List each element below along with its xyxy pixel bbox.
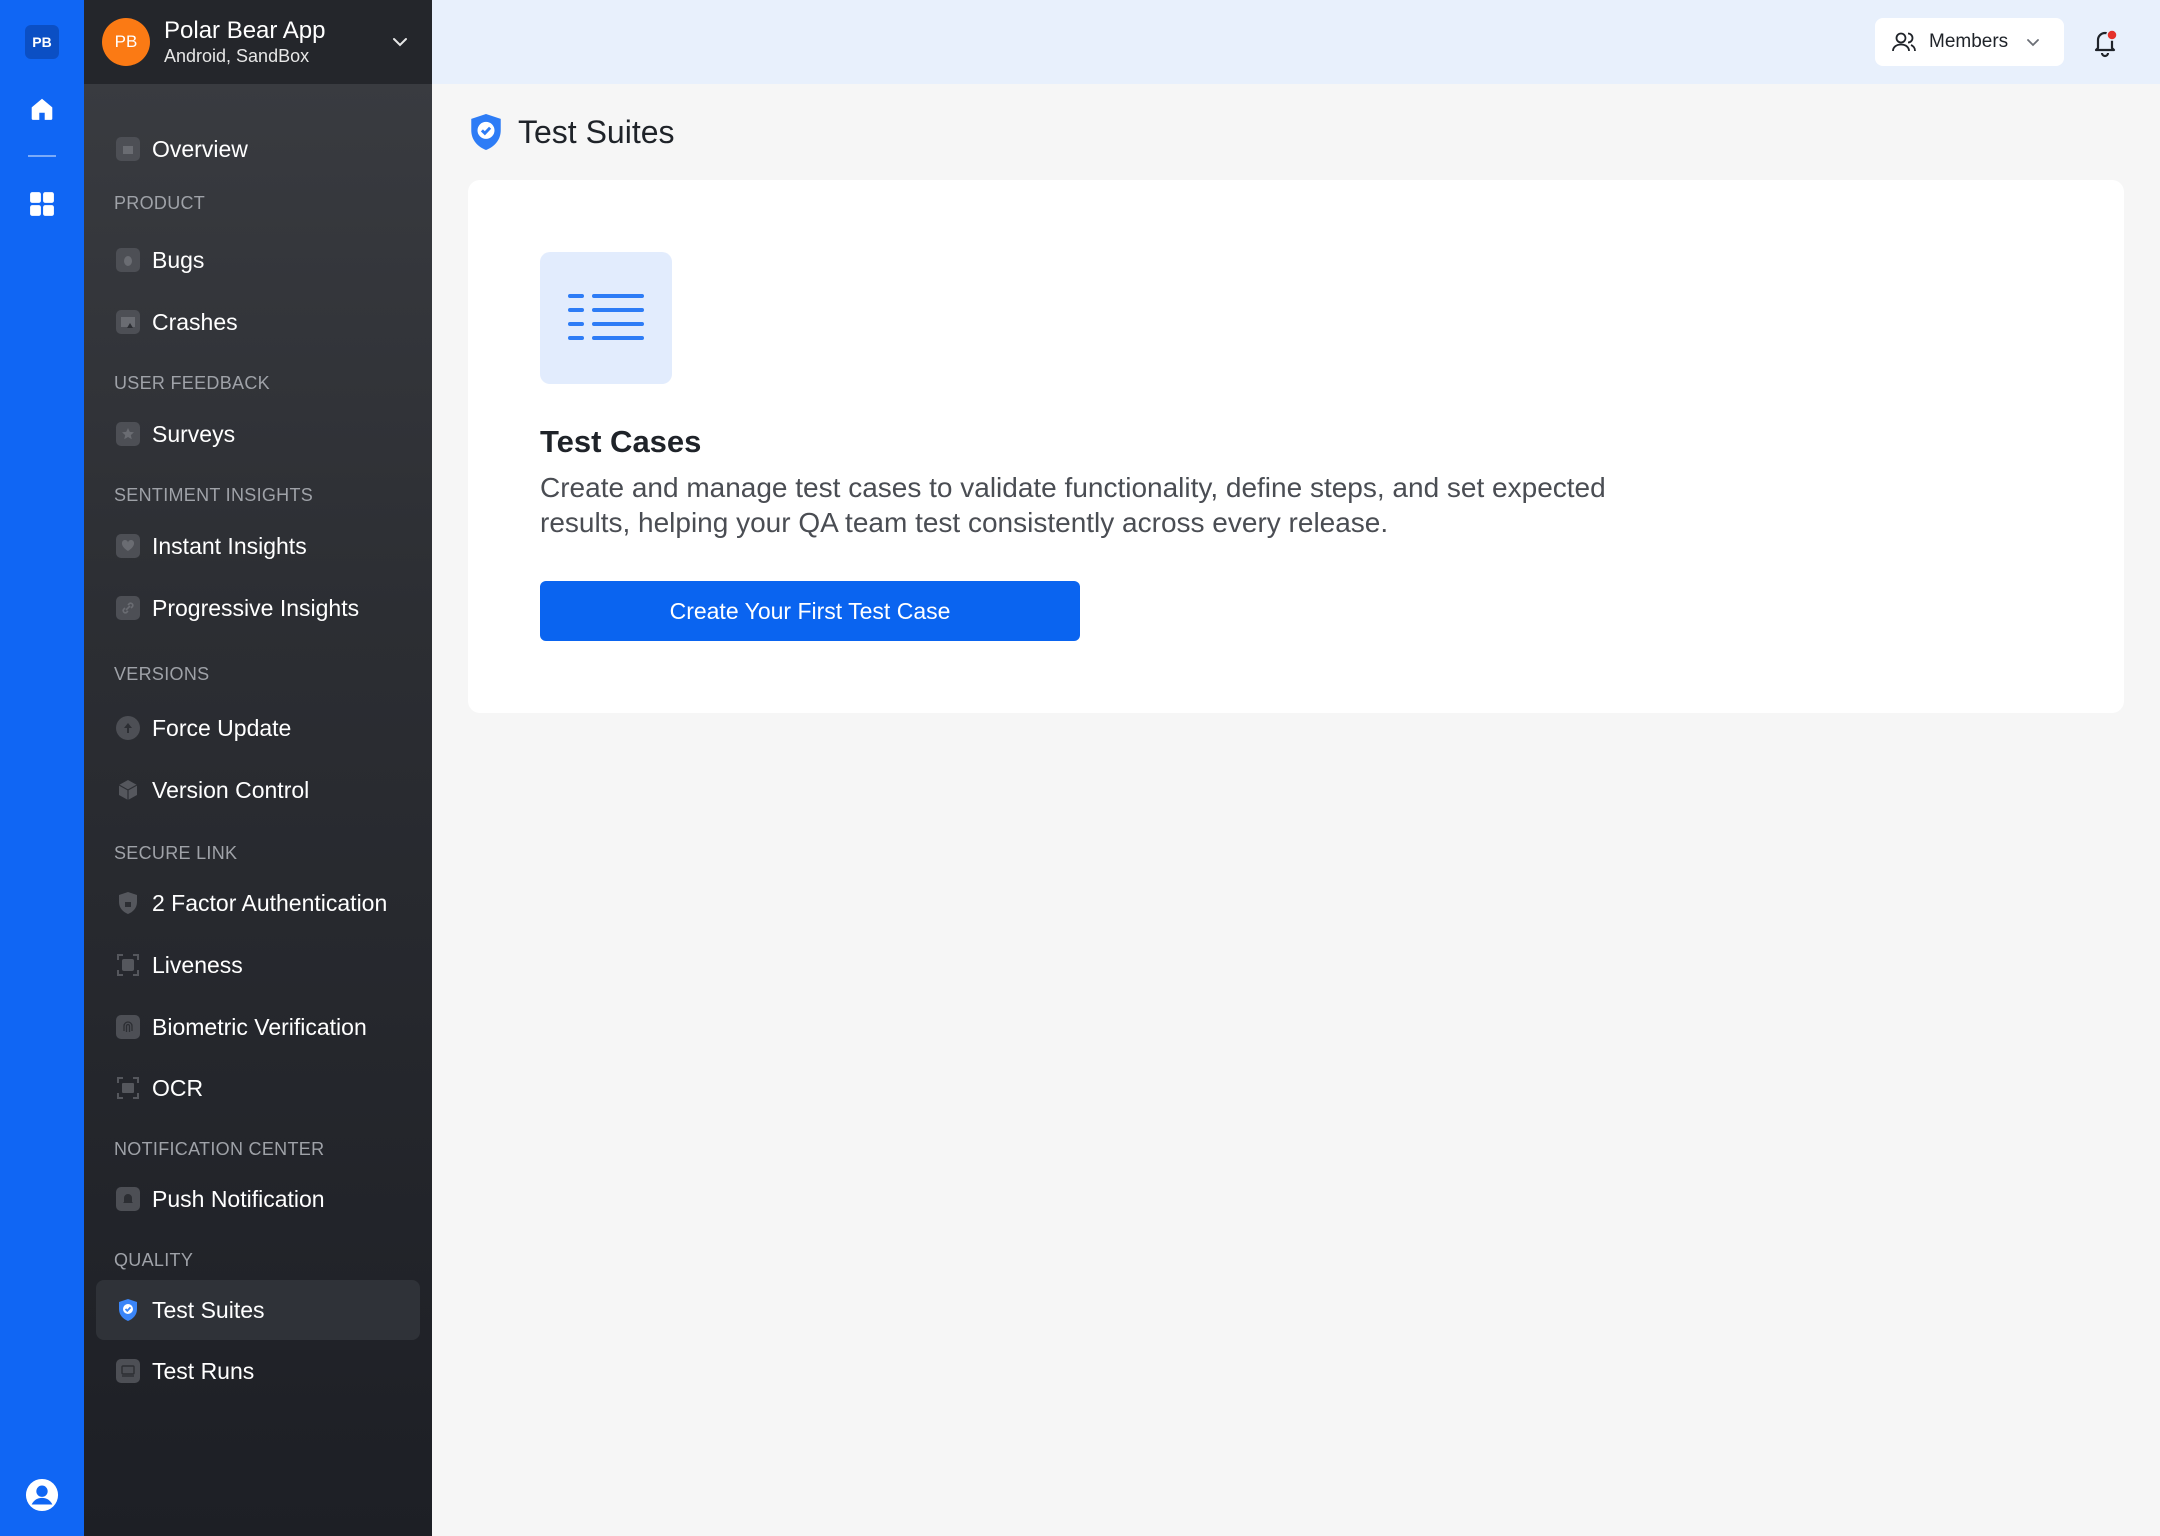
notification-bell-icon[interactable]: [2090, 26, 2120, 58]
sidebar-item-bugs[interactable]: Bugs: [96, 230, 420, 290]
sidebar-item-label: Progressive Insights: [152, 594, 360, 621]
sidebar-item-biometric[interactable]: Biometric Verification: [96, 997, 420, 1057]
overview-icon: [116, 137, 140, 161]
sidebar-item-label: Liveness: [152, 951, 243, 978]
rail-divider: [28, 155, 56, 157]
left-rail: PB: [0, 0, 84, 1536]
sidebar-item-label: Biometric Verification: [152, 1013, 367, 1040]
sidebar-item-ocr[interactable]: OCR: [96, 1058, 420, 1118]
heart-icon: [116, 534, 140, 558]
section-label-user-feedback: USER FEEDBACK: [114, 373, 270, 393]
org-switcher[interactable]: PB: [25, 25, 59, 59]
sidebar-item-instant-insights[interactable]: Instant Insights: [96, 516, 420, 576]
bell-badge-icon: [116, 1187, 140, 1211]
create-test-case-button[interactable]: Create Your First Test Case: [540, 581, 1080, 641]
sidebar-item-push-notification[interactable]: Push Notification: [96, 1169, 420, 1229]
sidebar-item-label: Version Control: [152, 776, 310, 803]
sidebar-item-label: Instant Insights: [152, 532, 307, 559]
chevron-down-icon: [2027, 39, 2040, 47]
app-avatar: PB: [102, 18, 150, 66]
link-icon: [116, 596, 140, 620]
sidebar-item-label: Surveys: [152, 420, 236, 447]
sidebar: PB Polar Bear App Android, SandBox Overv…: [84, 0, 432, 1536]
members-label: Members: [1929, 31, 2009, 52]
scan-text-icon: [116, 1076, 140, 1100]
sidebar-item-2fa[interactable]: 2 Factor Authentication: [96, 873, 420, 933]
face-scan-icon: [116, 953, 140, 977]
empty-state-description: Create and manage test cases to validate…: [540, 472, 1606, 538]
shield-check-icon: [116, 1298, 140, 1322]
section-label-quality: QUALITY: [114, 1250, 194, 1270]
home-icon[interactable]: [25, 92, 59, 126]
box-icon: [116, 778, 140, 802]
section-label-secure-link: SECURE LINK: [114, 843, 238, 863]
empty-state-card: Test Cases Create and manage test cases …: [468, 180, 2124, 713]
top-bar: Members: [432, 0, 2160, 84]
sidebar-item-label: 2 Factor Authentication: [152, 889, 388, 916]
sidebar-item-label: Test Suites: [152, 1296, 265, 1323]
page-header: Test Suites: [468, 112, 675, 152]
app-name: Polar Bear App: [164, 17, 326, 44]
members-dropdown[interactable]: Members: [1875, 18, 2064, 66]
sidebar-item-label: Force Update: [152, 714, 292, 741]
empty-state-title: Test Cases: [540, 424, 702, 459]
test-run-icon: [116, 1359, 140, 1383]
sidebar-item-test-runs[interactable]: Test Runs: [96, 1341, 420, 1401]
chevron-down-icon[interactable]: [390, 32, 410, 52]
section-label-sentiment: SENTIMENT INSIGHTS: [114, 485, 314, 505]
app-switcher[interactable]: PB Polar Bear App Android, SandBox: [84, 0, 432, 84]
section-label-versions: VERSIONS: [114, 664, 210, 684]
sidebar-item-label: Overview: [152, 135, 248, 162]
section-label-product: PRODUCT: [114, 193, 206, 213]
sidebar-item-label: Test Runs: [152, 1357, 255, 1384]
sidebar-item-liveness[interactable]: Liveness: [96, 935, 420, 995]
sidebar-item-test-suites[interactable]: Test Suites: [96, 1280, 420, 1340]
star-icon: [116, 422, 140, 446]
sidebar-item-version-control[interactable]: Version Control: [96, 760, 420, 820]
app-root: PB PB Polar Bear App Android, SandBox Ov…: [0, 0, 2160, 1536]
sidebar-item-label: OCR: [152, 1074, 204, 1101]
sidebar-item-crashes[interactable]: Crashes: [96, 292, 420, 352]
sidebar-item-surveys[interactable]: Surveys: [96, 404, 420, 464]
users-icon: [1892, 32, 1916, 52]
bug-icon: [116, 248, 140, 272]
fingerprint-icon: [116, 1015, 140, 1039]
page-title: Test Suites: [518, 113, 675, 150]
section-label-notification: NOTIFICATION CENTER: [114, 1139, 325, 1159]
list-icon: [540, 252, 672, 384]
sidebar-item-label: Push Notification: [152, 1185, 325, 1212]
crash-icon: [116, 310, 140, 334]
shield-check-icon: [471, 114, 501, 150]
sidebar-item-force-update[interactable]: Force Update: [96, 698, 420, 758]
user-profile-icon[interactable]: [25, 1478, 59, 1512]
sidebar-item-label: Bugs: [152, 246, 205, 273]
apps-grid-icon[interactable]: [25, 187, 59, 221]
sidebar-item-overview[interactable]: Overview: [96, 119, 420, 179]
app-platform: Android, SandBox: [164, 46, 310, 66]
sidebar-item-progressive-insights[interactable]: Progressive Insights: [96, 578, 420, 638]
arrow-up-icon: [116, 716, 140, 740]
shield-lock-icon: [116, 891, 140, 915]
sidebar-item-label: Crashes: [152, 308, 238, 335]
